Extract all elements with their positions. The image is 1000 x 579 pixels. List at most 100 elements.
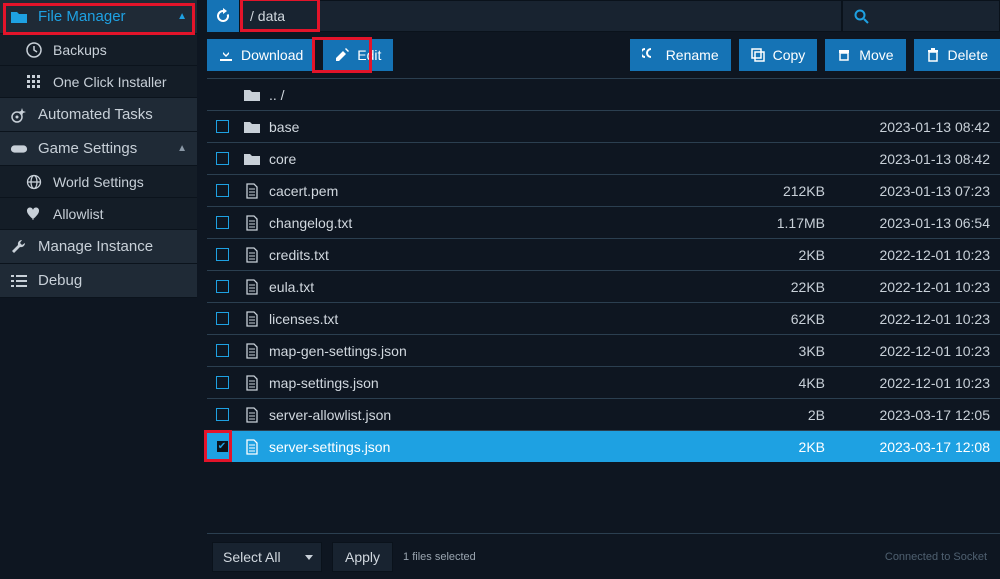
- path-home-button[interactable]: [207, 0, 239, 32]
- file-name: map-gen-settings.json: [267, 343, 735, 359]
- file-date: 2022-12-01 10:23: [845, 311, 1000, 327]
- sidebar-item-label: Backups: [53, 42, 107, 58]
- row-checkbox[interactable]: [216, 216, 229, 229]
- sidebar-item-label: World Settings: [53, 174, 144, 190]
- list-icon: [10, 274, 28, 288]
- rename-button[interactable]: Rename: [630, 39, 731, 71]
- row-checkbox[interactable]: [216, 120, 229, 133]
- row-checkbox[interactable]: [216, 440, 229, 453]
- delete-icon: [926, 48, 940, 62]
- chevron-up-icon: ▲: [177, 143, 187, 154]
- file-size: 62KB: [735, 311, 845, 327]
- apply-button[interactable]: Apply: [332, 542, 393, 572]
- folder-icon: [10, 10, 28, 24]
- row-checkbox[interactable]: [216, 152, 229, 165]
- file-size: 1.17MB: [735, 215, 845, 231]
- select-all-dropdown[interactable]: Select All: [212, 542, 322, 572]
- file-table: .. / base 2023-01-13 08:42 core 2023-01-13 0…: [207, 78, 1000, 533]
- file-name: base: [267, 119, 735, 135]
- file-row[interactable]: eula.txt22KB2022-12-01 10:23: [207, 270, 1000, 302]
- sidebar: File Manager▲BackupsOne Click InstallerA…: [0, 0, 197, 579]
- file-row[interactable]: cacert.pem212KB2023-01-13 07:23: [207, 174, 1000, 206]
- file-size: 3KB: [735, 343, 845, 359]
- toolbar: Download Edit Rename Copy: [207, 32, 1000, 78]
- file-row[interactable]: changelog.txt1.17MB2023-01-13 06:54: [207, 206, 1000, 238]
- file-icon: [237, 375, 267, 391]
- path-display[interactable]: / data: [239, 0, 842, 32]
- file-date: 2022-12-01 10:23: [845, 375, 1000, 391]
- edit-button[interactable]: Edit: [323, 39, 393, 71]
- row-checkbox[interactable]: [216, 376, 229, 389]
- sidebar-section-file-manager[interactable]: File Manager▲: [0, 0, 197, 34]
- delete-button[interactable]: Delete: [914, 39, 1000, 71]
- file-date: 2023-01-13 08:42: [845, 151, 1000, 167]
- globe-icon: [25, 174, 43, 190]
- sidebar-section-label: Manage Instance: [38, 238, 153, 255]
- file-size: 22KB: [735, 279, 845, 295]
- sidebar-section-label: Automated Tasks: [38, 106, 153, 123]
- copy-button[interactable]: Copy: [739, 39, 818, 71]
- sidebar-item-one-click[interactable]: One Click Installer: [0, 66, 197, 98]
- sidebar-item-world-settings[interactable]: World Settings: [0, 166, 197, 198]
- file-date: 2022-12-01 10:23: [845, 247, 1000, 263]
- gamepad-icon: [10, 142, 28, 156]
- rename-icon: [642, 48, 658, 62]
- file-icon: [237, 279, 267, 295]
- search-button[interactable]: [842, 0, 1000, 32]
- folder-icon: [237, 152, 267, 166]
- parent-dir-row[interactable]: .. /: [207, 78, 1000, 110]
- file-name: credits.txt: [267, 247, 735, 263]
- file-icon: [237, 247, 267, 263]
- footer-bar: Select All Apply 1 files selected Connec…: [207, 533, 1000, 579]
- sidebar-section-automated-tasks[interactable]: Automated Tasks: [0, 98, 197, 132]
- sidebar-section-label: File Manager: [38, 8, 126, 25]
- sidebar-item-backups[interactable]: Backups: [0, 34, 197, 66]
- file-icon: [237, 439, 267, 455]
- copy-icon: [751, 48, 765, 62]
- sidebar-section-label: Game Settings: [38, 140, 137, 157]
- file-row[interactable]: server-settings.json2KB2023-03-17 12:08: [207, 430, 1000, 462]
- file-name: server-settings.json: [267, 439, 735, 455]
- file-size: 2B: [735, 407, 845, 423]
- gear-spark-icon: [10, 106, 28, 124]
- file-date: 2023-03-17 12:08: [845, 439, 1000, 455]
- file-icon: [237, 343, 267, 359]
- row-checkbox[interactable]: [216, 344, 229, 357]
- row-checkbox[interactable]: [216, 184, 229, 197]
- socket-status: Connected to Socket: [885, 551, 995, 563]
- file-row[interactable]: credits.txt2KB2022-12-01 10:23: [207, 238, 1000, 270]
- folder-icon: [237, 88, 267, 102]
- file-row[interactable]: map-settings.json4KB2022-12-01 10:23: [207, 366, 1000, 398]
- file-date: 2023-01-13 08:42: [845, 119, 1000, 135]
- sidebar-section-game-settings[interactable]: Game Settings ▲: [0, 132, 197, 166]
- file-icon: [237, 311, 267, 327]
- parent-dir-label: .. /: [267, 87, 735, 103]
- move-button[interactable]: Move: [825, 39, 905, 71]
- file-date: 2022-12-01 10:23: [845, 279, 1000, 295]
- sidebar-section-debug[interactable]: Debug: [0, 264, 197, 298]
- file-row[interactable]: server-allowlist.json2B2023-03-17 12:05: [207, 398, 1000, 430]
- sidebar-item-label: Allowlist: [53, 206, 104, 222]
- file-name: licenses.txt: [267, 311, 735, 327]
- row-checkbox[interactable]: [216, 280, 229, 293]
- row-checkbox[interactable]: [216, 408, 229, 421]
- file-row[interactable]: map-gen-settings.json3KB2022-12-01 10:23: [207, 334, 1000, 366]
- sidebar-item-allowlist[interactable]: Allowlist: [0, 198, 197, 230]
- file-size: 2KB: [735, 439, 845, 455]
- download-button[interactable]: Download: [207, 39, 315, 71]
- file-size: 2KB: [735, 247, 845, 263]
- row-checkbox[interactable]: [216, 248, 229, 261]
- file-row[interactable]: base 2023-01-13 08:42: [207, 110, 1000, 142]
- file-size: 212KB: [735, 183, 845, 199]
- main-panel: / data Download Edit: [207, 0, 1000, 579]
- row-checkbox[interactable]: [216, 312, 229, 325]
- file-name: changelog.txt: [267, 215, 735, 231]
- selection-count: 1 files selected: [403, 551, 476, 563]
- file-row[interactable]: licenses.txt62KB2022-12-01 10:23: [207, 302, 1000, 334]
- sidebar-section-manage-instance[interactable]: Manage Instance: [0, 230, 197, 264]
- file-row[interactable]: core 2023-01-13 08:42: [207, 142, 1000, 174]
- download-icon: [219, 48, 233, 62]
- backup-icon: [25, 42, 43, 58]
- folder-icon: [237, 120, 267, 134]
- file-name: core: [267, 151, 735, 167]
